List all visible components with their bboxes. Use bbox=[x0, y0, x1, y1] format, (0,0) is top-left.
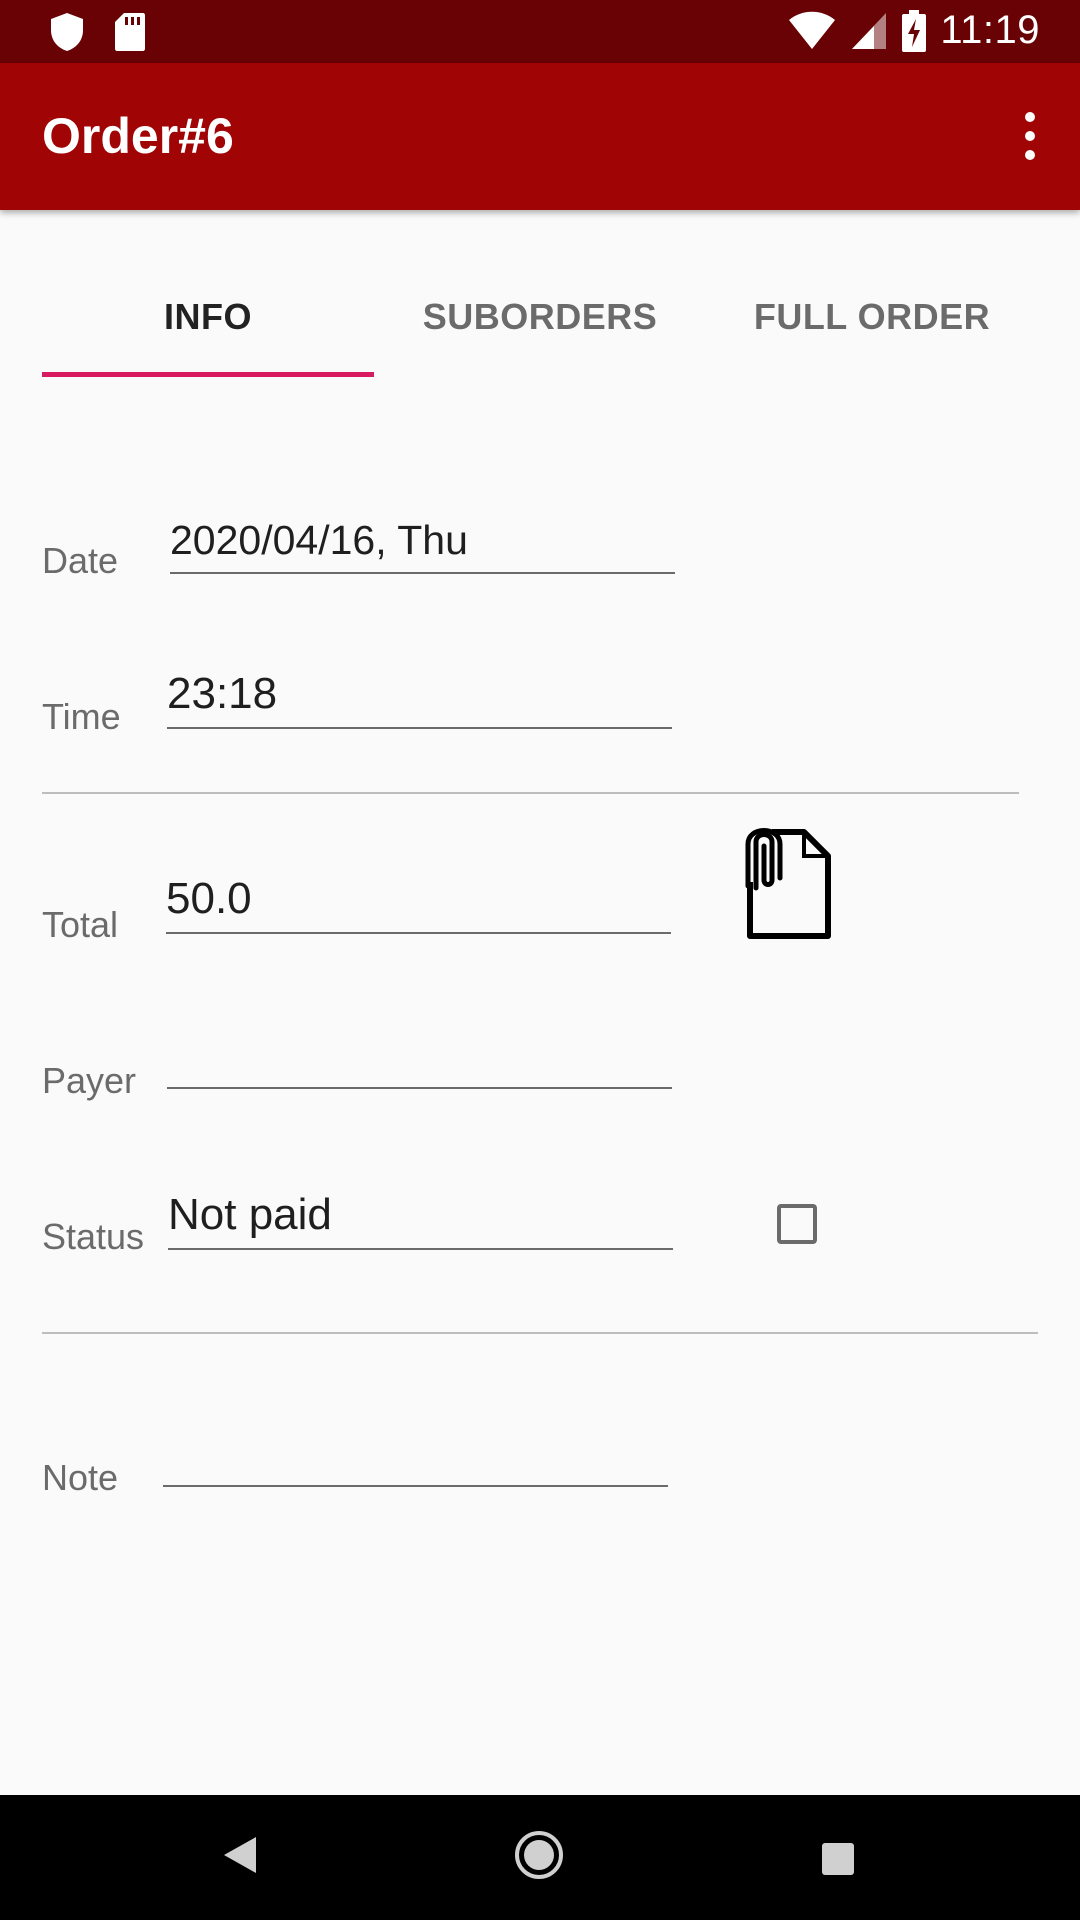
attachment-file-icon[interactable] bbox=[738, 826, 832, 942]
note-field[interactable] bbox=[163, 1429, 668, 1487]
divider bbox=[42, 792, 1019, 794]
time-field[interactable]: 23:18 bbox=[167, 669, 672, 729]
time-value: 23:18 bbox=[167, 669, 278, 718]
page-title: Order#6 bbox=[42, 108, 234, 164]
home-icon[interactable] bbox=[514, 1830, 564, 1880]
status-value: Not paid bbox=[168, 1190, 332, 1239]
wifi-icon bbox=[789, 11, 836, 49]
total-field[interactable]: 50.0 bbox=[166, 874, 671, 934]
status-field[interactable]: Not paid bbox=[168, 1190, 673, 1250]
status-bar: 11:19 bbox=[0, 0, 1080, 63]
battery-charging-icon bbox=[902, 9, 927, 52]
time-label: Time bbox=[42, 696, 121, 737]
clock: 11:19 bbox=[940, 8, 1040, 52]
navigation-bar bbox=[0, 1795, 1080, 1920]
tab-indicator bbox=[42, 372, 374, 377]
tab-suborders[interactable]: SUBORDERS bbox=[374, 260, 706, 376]
divider bbox=[42, 1332, 1038, 1334]
signal-icon bbox=[852, 12, 887, 49]
back-icon[interactable] bbox=[222, 1835, 258, 1875]
date-field[interactable]: 2020/04/16, Thu bbox=[170, 516, 675, 574]
tab-info[interactable]: INFO bbox=[42, 260, 374, 376]
date-value: 2020/04/16, Thu bbox=[170, 517, 468, 563]
date-label: Date bbox=[42, 540, 119, 581]
note-label: Note bbox=[42, 1457, 119, 1498]
tab-bar: INFO SUBORDERS FULL ORDER bbox=[42, 260, 1038, 380]
sd-card-icon bbox=[115, 13, 145, 51]
tab-full-order[interactable]: FULL ORDER bbox=[706, 260, 1038, 376]
total-label: Total bbox=[42, 904, 119, 945]
payer-field[interactable] bbox=[167, 1031, 672, 1089]
payer-label: Payer bbox=[42, 1060, 137, 1101]
recents-icon[interactable] bbox=[822, 1843, 854, 1875]
total-value: 50.0 bbox=[166, 874, 252, 923]
paid-checkbox[interactable] bbox=[777, 1204, 817, 1244]
app-bar: Order#6 bbox=[0, 63, 1080, 210]
more-vert-icon[interactable] bbox=[1000, 101, 1060, 171]
status-label: Status bbox=[42, 1216, 145, 1257]
shield-icon bbox=[51, 13, 83, 51]
